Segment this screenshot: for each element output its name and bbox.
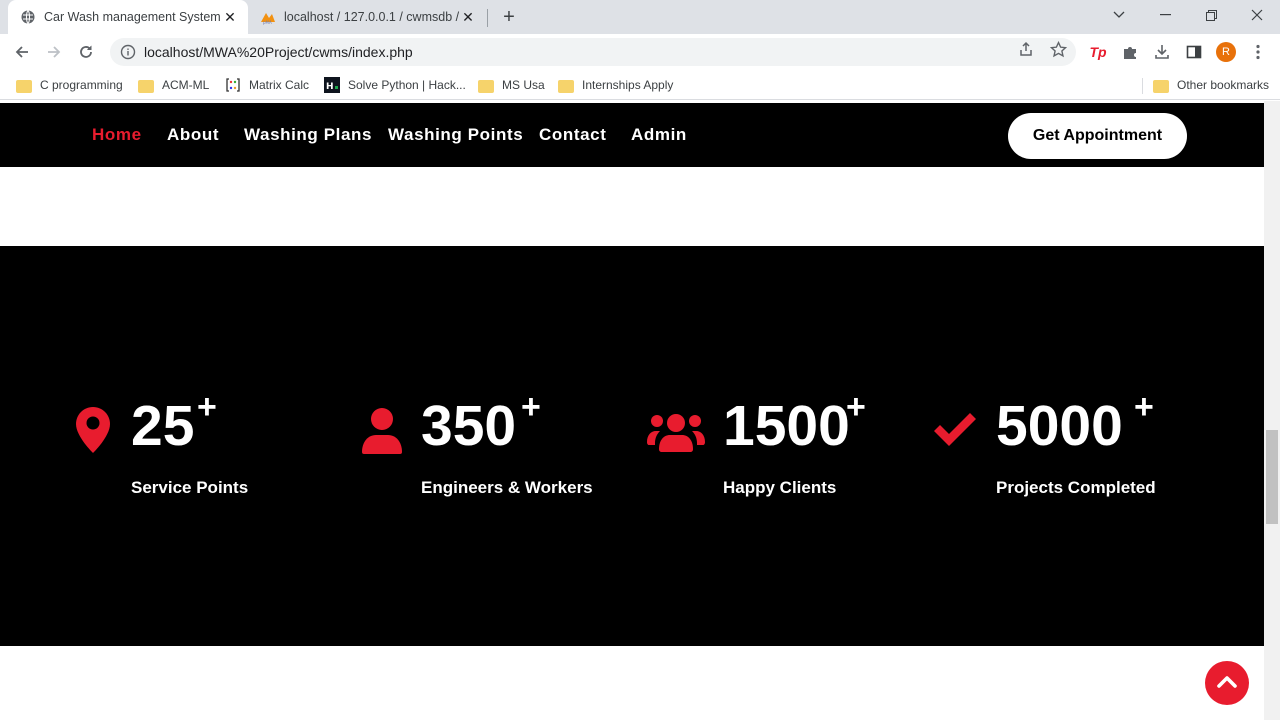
nav-admin[interactable]: Admin	[631, 125, 687, 145]
map-pin-icon	[76, 407, 110, 458]
back-to-top-button[interactable]	[1205, 661, 1249, 705]
menu-kebab-icon[interactable]	[1248, 42, 1268, 62]
share-icon[interactable]	[1017, 40, 1035, 58]
back-arrow-icon[interactable]	[10, 40, 34, 64]
page-scrollbar[interactable]	[1264, 101, 1280, 720]
tab-title: Car Wash management System |	[44, 10, 222, 24]
stat-number: 350	[421, 394, 517, 458]
bookmark-label: Other bookmarks	[1177, 78, 1270, 92]
extensions-puzzle-icon[interactable]	[1120, 42, 1140, 62]
download-icon[interactable]	[1152, 42, 1172, 62]
bookmark-label: C programming	[40, 78, 123, 92]
users-icon	[647, 412, 705, 457]
bookmark-matrix-calc[interactable]: Matrix Calc	[225, 76, 309, 94]
page-viewport: Home About Washing Plans Washing Points …	[0, 101, 1264, 720]
folder-icon	[558, 79, 574, 93]
tab-phpmyadmin[interactable]: pMA localhost / 127.0.0.1 / cwmsdb / t ✕	[250, 0, 486, 34]
nav-home[interactable]: Home	[92, 125, 142, 145]
scrollbar-thumb[interactable]	[1266, 430, 1278, 524]
stats-section: 25 + Service Points 350 + Engineers & Wo…	[0, 246, 1264, 646]
bookmarks-bar: C programming ACM-ML Matrix Calc H Solve…	[0, 70, 1280, 100]
bookmark-c-programming[interactable]: C programming	[16, 76, 123, 94]
profile-avatar[interactable]: R	[1216, 42, 1236, 62]
stat-suffix: +	[846, 388, 866, 426]
folder-icon	[1153, 79, 1169, 93]
browser-toolbar: localhost/MWA%20Project/cwms/index.php T…	[0, 34, 1280, 70]
folder-icon	[138, 79, 154, 93]
stat-number: 5000	[996, 394, 1123, 458]
stat-suffix: +	[521, 388, 541, 426]
side-panel-icon[interactable]	[1184, 42, 1204, 62]
bookmark-label: Internships Apply	[582, 78, 674, 92]
nav-about[interactable]: About	[167, 125, 219, 145]
site-navbar: Home About Washing Plans Washing Points …	[0, 103, 1264, 167]
minimize-icon[interactable]	[1142, 0, 1188, 30]
bookmark-label: ACM-ML	[162, 78, 210, 92]
bookmark-ms-usa[interactable]: MS Usa	[478, 76, 545, 94]
user-icon	[362, 408, 402, 459]
bookmark-label: Matrix Calc	[249, 78, 310, 92]
bookmark-solve-python[interactable]: H Solve Python | Hack...	[324, 76, 466, 94]
browser-tab-strip: Car Wash management System | ✕ pMA local…	[0, 0, 1280, 34]
stat-label: Projects Completed	[996, 478, 1156, 497]
bookmark-internships-apply[interactable]: Internships Apply	[558, 76, 673, 94]
hackerrank-icon: H	[324, 77, 340, 93]
tab-search-icon[interactable]	[1096, 0, 1142, 30]
svg-text:pMA: pMA	[263, 20, 272, 25]
avatar: R	[1216, 42, 1236, 62]
info-icon[interactable]	[120, 44, 136, 60]
phpmyadmin-icon: pMA	[260, 9, 276, 25]
stat-number: 25	[131, 394, 195, 458]
folder-icon	[478, 79, 494, 93]
nav-washing-points[interactable]: Washing Points	[388, 125, 523, 145]
folder-icon	[16, 79, 32, 93]
nav-washing-plans[interactable]: Washing Plans	[244, 125, 372, 145]
tab-car-wash[interactable]: Car Wash management System | ✕	[8, 0, 248, 34]
get-appointment-button[interactable]: Get Appointment	[1008, 113, 1187, 159]
close-window-icon[interactable]	[1234, 0, 1280, 30]
bookmark-acm-ml[interactable]: ACM-ML	[138, 76, 209, 94]
tab-separator	[487, 9, 488, 27]
tp-extension-icon[interactable]: Tp	[1088, 42, 1108, 62]
bookmark-label: MS Usa	[502, 78, 545, 92]
stat-number: 1500	[723, 394, 850, 458]
nav-contact[interactable]: Contact	[539, 125, 606, 145]
url-text: localhost/MWA%20Project/cwms/index.php	[144, 44, 413, 60]
bookmarks-separator	[1142, 78, 1143, 94]
tab-title: localhost / 127.0.0.1 / cwmsdb / t	[284, 10, 460, 24]
reload-icon[interactable]	[74, 40, 98, 64]
other-bookmarks[interactable]: Other bookmarks	[1153, 76, 1269, 94]
forward-arrow-icon[interactable]	[42, 40, 66, 64]
matrix-calc-icon	[225, 77, 241, 93]
address-bar[interactable]: localhost/MWA%20Project/cwms/index.php	[110, 38, 1076, 66]
globe-icon	[20, 9, 36, 25]
check-icon	[932, 412, 978, 453]
stat-label: Engineers & Workers	[421, 478, 593, 497]
bookmark-star-icon[interactable]	[1049, 40, 1067, 58]
stat-suffix: +	[197, 388, 217, 426]
chevron-up-icon	[1217, 674, 1237, 693]
new-tab-icon[interactable]: +	[498, 6, 520, 28]
bookmark-label: Solve Python | Hack...	[348, 78, 466, 92]
stat-label: Happy Clients	[723, 478, 837, 497]
close-tab-icon[interactable]: ✕	[460, 9, 476, 25]
close-tab-icon[interactable]: ✕	[222, 9, 238, 25]
restore-icon[interactable]	[1188, 0, 1234, 30]
stat-label: Service Points	[131, 478, 249, 497]
stat-suffix: +	[1134, 388, 1154, 426]
svg-text:H: H	[326, 82, 334, 92]
